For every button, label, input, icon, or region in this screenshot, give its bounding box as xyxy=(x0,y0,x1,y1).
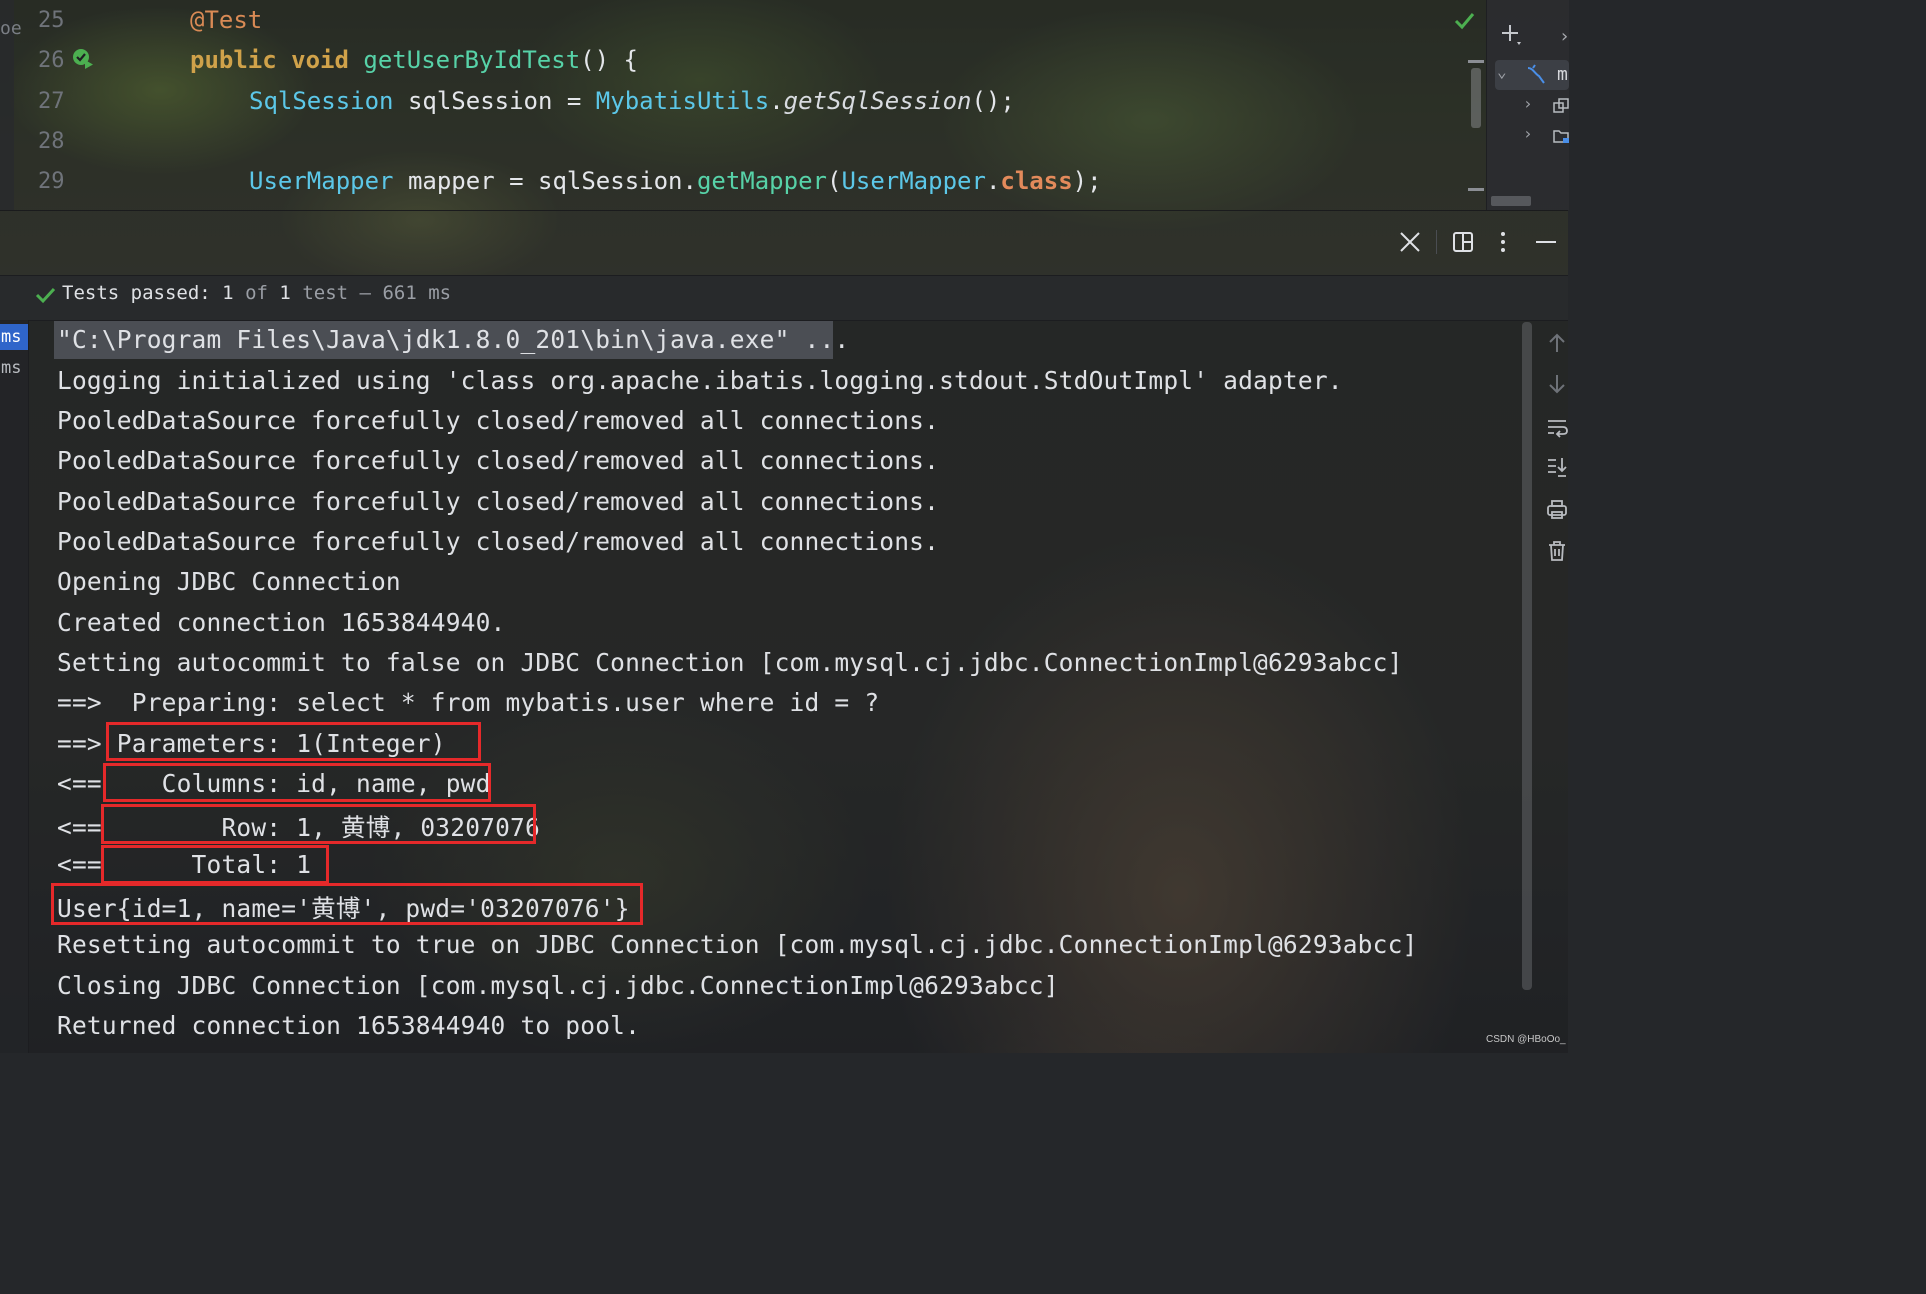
up-arrow-icon[interactable] xyxy=(1546,332,1568,354)
console-line: Returned connection 1653844940 to pool. xyxy=(57,1011,641,1040)
highlight-box-total xyxy=(101,845,329,884)
test-passed-run-icon[interactable] xyxy=(72,48,94,70)
chevron-right-icon[interactable]: › xyxy=(1523,124,1533,143)
editor-scrollbar[interactable] xyxy=(1468,60,1484,191)
line-number: 27 xyxy=(38,89,65,114)
print-icon[interactable] xyxy=(1546,498,1568,520)
close-icon[interactable] xyxy=(1396,228,1424,256)
code-line-26: public void getUserByIdTest() { xyxy=(190,46,638,74)
header-separator xyxy=(1436,230,1437,254)
test-tree-item-selected[interactable]: ms xyxy=(0,324,28,350)
console-line: PooledDataSource forcefully closed/remov… xyxy=(57,527,940,556)
tests-passed-check-icon xyxy=(35,287,56,304)
open-paren: ( xyxy=(826,167,842,195)
unit-text: test xyxy=(302,282,349,304)
code-line-25: @Test xyxy=(190,6,262,34)
call-close: ); xyxy=(1072,167,1102,195)
console-line-preparing: ==> Preparing: select * from mybatis.use… xyxy=(57,688,880,717)
mybatis-icon xyxy=(1527,64,1545,84)
console-line: Logging initialized using 'class org.apa… xyxy=(57,366,1343,395)
call-parens: (); xyxy=(971,87,1015,115)
variable-decl: mapper = sqlSession. xyxy=(393,167,697,195)
line-number: 28 xyxy=(38,129,65,154)
of-text: of xyxy=(245,282,268,304)
scroll-marker xyxy=(1468,60,1484,63)
more-icon[interactable] xyxy=(1489,228,1517,256)
cut-off-text: oe xyxy=(0,18,22,39)
no-problems-check-icon[interactable] xyxy=(1453,11,1475,31)
class-ref: MybatisUtils xyxy=(595,87,770,115)
watermark: CSDN @HBoOo_ xyxy=(1486,1034,1566,1045)
console-line: Closing JDBC Connection [com.mysql.cj.jd… xyxy=(57,971,1059,1000)
keyword-void: void xyxy=(291,46,349,74)
module-icon xyxy=(1553,98,1569,113)
tests-passed-summary: Tests passed: 1 of 1 test – 661 ms xyxy=(62,282,451,304)
line-number: 26 xyxy=(38,48,65,73)
run-tool-window-header xyxy=(0,211,1568,275)
keyword-class: class xyxy=(1000,167,1073,195)
keyword-public: public xyxy=(190,46,277,74)
method-call: getMapper xyxy=(696,167,827,195)
line-number: 29 xyxy=(38,169,65,194)
variable-decl: sqlSession = xyxy=(393,87,596,115)
highlight-box-user xyxy=(51,883,643,925)
method-parens: () { xyxy=(580,46,638,74)
status-label: Tests passed: xyxy=(62,282,211,304)
console-line: Resetting autocommit to true on JDBC Con… xyxy=(57,930,1418,959)
highlight-box-columns xyxy=(103,763,491,802)
console-line-command[interactable]: "C:\Program Files\Java\jdk1.8.0_201\bin\… xyxy=(57,325,849,354)
project-tree-panel: › ⌄ m › › xyxy=(1486,0,1570,210)
chevron-right-icon[interactable]: › xyxy=(1523,94,1533,113)
console-toolbar xyxy=(1538,320,1568,1053)
console-line: PooledDataSource forcefully closed/remov… xyxy=(57,487,940,516)
folder-icon xyxy=(1553,130,1569,143)
plus-icon[interactable] xyxy=(1499,22,1523,46)
dot: . xyxy=(769,87,784,115)
console-line: PooledDataSource forcefully closed/remov… xyxy=(57,446,940,475)
chevron-down-icon[interactable]: ⌄ xyxy=(1497,62,1507,81)
test-annotation: @Test xyxy=(190,6,263,34)
down-arrow-icon[interactable] xyxy=(1546,373,1568,395)
test-tree-item[interactable]: ms xyxy=(0,355,28,381)
tree-horizontal-scrollbar[interactable] xyxy=(1491,196,1531,206)
console-line: Setting autocommit to false on JDBC Conn… xyxy=(57,648,1403,677)
console-scroll-thumb[interactable] xyxy=(1522,322,1532,990)
highlight-box-parameters xyxy=(106,722,481,761)
method-name: getUserByIdTest xyxy=(363,46,581,74)
editor-scroll-thumb[interactable] xyxy=(1471,68,1481,128)
scroll-marker xyxy=(1468,188,1484,191)
console-line: PooledDataSource forcefully closed/remov… xyxy=(57,406,940,435)
test-tree-strip xyxy=(0,320,29,1053)
class-ref: UserMapper xyxy=(841,167,986,195)
highlight-box-row xyxy=(101,804,536,844)
duration: 661 ms xyxy=(382,282,452,304)
soft-wrap-icon[interactable] xyxy=(1546,416,1568,438)
type-name: UserMapper xyxy=(249,167,394,195)
console-scrollbar[interactable] xyxy=(1520,322,1534,992)
static-call: getSqlSession xyxy=(783,87,972,115)
trash-icon[interactable] xyxy=(1546,540,1568,562)
tree-label: m xyxy=(1557,64,1568,85)
console-line: Opening JDBC Connection xyxy=(57,567,401,596)
code-line-29: UserMapper mapper = sqlSession.getMapper… xyxy=(249,167,1102,195)
chevron-right-icon[interactable]: › xyxy=(1559,26,1570,47)
line-number: 25 xyxy=(38,8,65,33)
console-line: Created connection 1653844940. xyxy=(57,608,506,637)
layout-icon[interactable] xyxy=(1449,228,1477,256)
type-name: SqlSession xyxy=(249,87,394,115)
minimize-icon[interactable] xyxy=(1532,228,1560,256)
passed-count: 1 xyxy=(222,282,234,304)
code-line-27: SqlSession sqlSession = MybatisUtils.get… xyxy=(249,87,1015,115)
total-count: 1 xyxy=(279,282,291,304)
dash: – xyxy=(359,282,371,304)
dot: . xyxy=(985,167,1001,195)
scroll-to-end-icon[interactable] xyxy=(1546,456,1568,478)
